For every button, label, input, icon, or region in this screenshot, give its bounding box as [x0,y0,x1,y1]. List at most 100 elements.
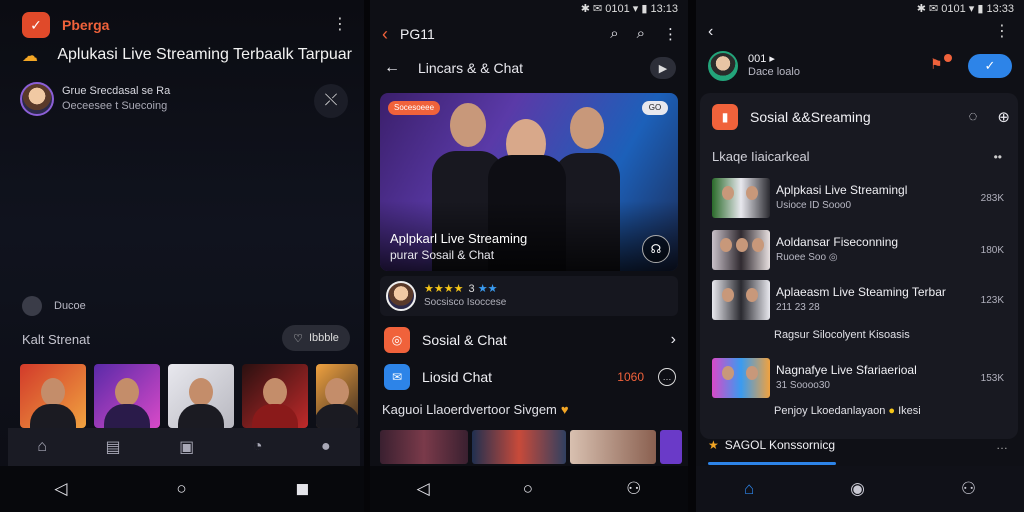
profile-row: 001 ▸ Dace loalo ⚑ ✓ [708,50,1012,82]
more-icon[interactable]: … [996,438,1008,452]
bottom-section-title: SAGOL Konssornicg [724,438,836,452]
chat-icon[interactable]: … [658,368,676,386]
panel-social-streaming: ✱ ✉ 0101 ▾ ▮ 13:33 ‹ ⋮ 001 ▸ Dace loalo … [696,0,1024,512]
feed-icon[interactable]: ▤ [105,437,120,457]
section-title: Lkaqe Iiaicarkeal [712,149,810,164]
thumbnail-strip [20,364,358,428]
dot-row: Ducoe [22,296,86,316]
avatar[interactable] [386,281,416,311]
avatar[interactable] [708,51,738,81]
list-item-liosid-chat[interactable]: ✉ Liosid Chat 1060 … [384,362,676,392]
panel-live-chat: ✱ ✉ 0101 ▾ ▮ 13:13 ‹ PG11 ⌕ ⌕ ⋮ ← Lincar… [370,0,688,512]
feed-note: Penjoy Lkoedanlayaon ● Ikesi [774,405,921,417]
home-circle-icon[interactable]: ○ [176,479,186,499]
app-name: Pberga [62,17,110,33]
p3-topbar: ‹ ⋮ [708,22,1010,42]
user-line1: Grue Srecdasal se Ra [62,85,171,97]
section-header: Lkaqe Iiaicarkeal •• [712,149,1002,164]
back-icon[interactable]: ◁ [54,479,67,499]
user-line2: Oeceesee t Suecoing [62,100,168,112]
home-icon[interactable]: ⌂ [37,438,47,456]
sub-title: Lincars & & Chat [418,60,524,76]
chat-bubble-icon: ◎ [384,327,410,353]
live-badge: Socesoeee [388,101,441,115]
list-item[interactable]: Aplpkasi Live Streamingl Usioce ID Sooo0… [712,177,1004,219]
camera-icon[interactable]: ▶ [650,57,676,79]
panel-home: ✓ Pberga ⋮ ☁ Aplukasi Live Streaming Ter… [0,0,364,512]
rating-subtitle: Socsisco Isoccese [424,297,507,308]
rating-count: 3 [468,283,475,295]
card-title: Sosial &&Sreaming [750,109,871,125]
bottom-nav: ⌂ ◉ ⚇ [696,466,1024,512]
rating-card[interactable]: ★★★★ 3 ★★ Socsisco Isoccese [380,276,678,316]
home-icon[interactable]: ⌂ [744,479,754,499]
bottom-nav: ⌂ ▤ ▣ ◔ ● [8,428,360,466]
list-item[interactable]: Nagnafye Live Sfariaerioal 31 Soooo30 15… [712,357,1004,399]
system-nav: ◁ ○ ◼ [0,466,364,512]
thumbnail [712,178,770,218]
star-icon: ★ [708,438,719,452]
list-item-sosial-chat[interactable]: ◎ Sosial & Chat › [384,325,676,355]
search-icon[interactable]: ⊕ [997,108,1010,126]
book-icon[interactable]: ▣ [179,437,194,457]
search-icon[interactable]: ⌕ [610,25,618,43]
list-item[interactable]: Aplaeasm Live Steaming Terbar 211 23 28 … [712,279,1004,321]
share-icon[interactable]: ⤬ [314,84,348,118]
chat-icon[interactable]: ◌ [969,108,978,126]
user-row[interactable]: Grue Srecdasal se Ra Oeceesee t Suecoing [20,82,350,116]
p2-subbar: ← Lincars & & Chat ▶ [384,56,676,80]
status-dot-icon [22,296,42,316]
rating-extra-stars: ★★ [477,283,498,295]
more-icon[interactable]: ⋮ [663,25,678,43]
p1-topbar: ✓ Pberga ⋮ [22,12,348,38]
list-item[interactable]: Aoldansar Fiseconning Ruoee Soo ◎ 180K [712,229,1004,271]
hero-title: Aplpkarl Live Streaming [390,231,528,246]
mic-icon[interactable]: ☊ [642,235,670,263]
search-icon[interactable]: ⌕ [637,25,645,43]
action-button[interactable]: ✓ [968,54,1012,78]
back-icon[interactable]: ◁ [417,479,430,499]
profile-icon[interactable]: ● [321,438,331,456]
back-arrow-icon[interactable]: ← [384,59,400,77]
bookmark-icon[interactable]: ◼ [295,479,309,499]
feed-meta: 211 23 28 [776,302,820,313]
chevron-right-icon: › [670,331,676,348]
feed-count: 153K [980,372,1004,384]
thumbnail[interactable] [316,364,358,428]
thumbnail[interactable] [570,430,656,464]
feed-card: ▮ Sosial &&Sreaming ◌ ⊕ Lkaqe Iiaicarkea… [700,93,1018,439]
status-bar: ✱ ✉ 0101 ▾ ▮ 13:13 [580,3,678,15]
hero-card[interactable]: Socesoeee GO Aplpkarl Live Streaming pur… [380,93,678,271]
hero-tag: GO [642,101,668,115]
app-logo-icon[interactable]: ✓ [22,12,50,38]
more-icon[interactable]: •• [994,150,1002,164]
like-chip[interactable]: ♡ Ibbble [282,325,350,351]
thumbnail[interactable] [472,430,566,464]
music-icon[interactable]: ◔ [253,438,263,456]
notification-icon[interactable]: ⚑ [930,54,952,76]
home-circle-icon[interactable]: ○ [523,479,533,499]
feed-title: Aplaeasm Live Steaming Terbar [776,285,946,299]
record-icon[interactable]: ◉ [850,479,865,499]
more-icon[interactable]: ⋮ [332,17,348,33]
avatar[interactable] [20,82,54,116]
more-icon[interactable]: ⋮ [994,24,1010,40]
feed-count: 283K [980,192,1004,204]
rating-stars: ★★★★ [424,283,464,295]
thumbnail[interactable] [380,430,468,464]
back-arrow-icon[interactable]: ‹ [708,23,713,41]
thumbnail[interactable] [242,364,308,428]
mail-icon: ✉ [384,364,410,390]
profile-icon[interactable]: ⚇ [626,479,641,499]
profile-icon[interactable]: ⚇ [961,479,976,499]
heart-icon: ♥ [560,402,569,417]
thumbnail[interactable] [660,430,682,464]
dot-label: Ducoe [54,300,86,312]
thumbnail[interactable] [20,364,86,428]
progress-bar [708,462,836,465]
thumbnail[interactable] [168,364,234,428]
caption-row: Kaguoi Llaoerdvertoor Sivgem ♥ [382,402,569,417]
thumbnail-strip [380,430,682,464]
thumbnail[interactable] [94,364,160,428]
back-arrow-icon[interactable]: ‹ [382,24,388,45]
